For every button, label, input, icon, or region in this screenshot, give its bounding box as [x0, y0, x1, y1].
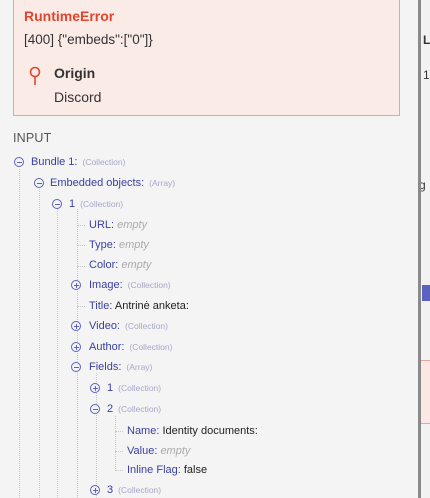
tree-node-image: Image: (Collection) — [89, 277, 171, 293]
node-key: Bundle 1: — [31, 156, 78, 168]
location-pin-icon — [29, 66, 41, 85]
expand-toggle-video[interactable] — [71, 321, 81, 331]
node-key: 2 — [107, 403, 114, 415]
expand-toggle-image[interactable] — [71, 280, 81, 290]
node-value: empty — [160, 445, 191, 457]
node-key: Name: — [127, 425, 160, 437]
node-value: false — [183, 464, 208, 476]
tree-guide-line — [115, 416, 116, 471]
tree-node-field-1: 1 (Collection) — [107, 380, 161, 396]
collapse-toggle-bundle[interactable] — [14, 157, 24, 167]
origin-label: Origin — [54, 65, 96, 81]
tree-guide-line — [39, 189, 40, 498]
tree-guide-line — [77, 225, 85, 226]
tree-node-color: Color: empty — [89, 257, 151, 273]
node-type: (Array) — [126, 362, 153, 372]
adjacent-panel-text: L — [423, 33, 430, 47]
tree-guide-line — [115, 451, 123, 452]
node-key: Image: — [89, 279, 123, 291]
expand-toggle-author[interactable] — [71, 342, 81, 352]
tree-node-video: Video: (Collection) — [89, 318, 168, 334]
expand-toggle-field-1[interactable] — [90, 383, 100, 393]
tree-guide-line — [77, 306, 85, 307]
node-key: Color: — [89, 259, 119, 271]
node-key: 1 — [69, 198, 76, 210]
node-key: Title: — [89, 300, 113, 312]
adjacent-panel-text: 1 — [423, 68, 430, 82]
error-card: RuntimeError [400] {"embeds":["0"]} Orig… — [13, 0, 400, 116]
tree-node-value: Value: empty — [127, 443, 190, 459]
node-type: (Collection) — [80, 199, 124, 209]
tree-node-title: Title: Antrinė anketa: — [89, 298, 189, 314]
tree-node-author: Author: (Collection) — [89, 339, 172, 355]
tree-node-bundle: Bundle 1: (Collection) — [31, 154, 125, 170]
collapse-toggle-field-2[interactable] — [90, 404, 100, 414]
node-key: Embedded objects: — [50, 177, 145, 189]
error-message: [400] {"embeds":["0"]} — [24, 32, 153, 47]
tree-node-type: Type: empty — [89, 237, 149, 253]
input-section-label: INPUT — [13, 131, 52, 145]
collapse-toggle-embedded[interactable] — [34, 178, 44, 188]
tree-node-embedded-objects: Embedded objects: (Array) — [50, 175, 175, 191]
node-value: empty — [121, 259, 152, 271]
expand-toggle-field-3[interactable] — [90, 485, 100, 495]
tree-guide-line — [57, 209, 58, 498]
tree-node-url: URL: empty — [89, 217, 147, 233]
tree-guide-line — [115, 470, 123, 471]
node-type: (Collection) — [118, 404, 162, 414]
node-value: empty — [117, 219, 148, 231]
tree-node-fields: Fields: (Array) — [89, 359, 152, 375]
node-key: URL: — [89, 219, 115, 231]
node-key: Inline Flag: — [127, 464, 181, 476]
collapse-toggle-fields[interactable] — [71, 362, 81, 372]
node-type: (Collection) — [125, 321, 168, 331]
error-title: RuntimeError — [24, 8, 115, 24]
tree-node-inline-flag: Inline Flag: false — [127, 462, 207, 478]
adjacent-panel-error — [421, 360, 430, 424]
node-value: empty — [118, 239, 149, 251]
node-key: Fields: — [89, 361, 122, 373]
tree-node-field-2: 2 (Collection) — [107, 401, 161, 417]
node-key: Value: — [127, 445, 158, 457]
node-key: Video: — [89, 320, 120, 332]
adjacent-panel: L 1 g — [421, 0, 430, 498]
node-value: Identity documents: — [162, 425, 258, 437]
node-type: (Collection) — [118, 383, 162, 393]
tree-node-field-3: 3 (Collection) — [107, 482, 161, 498]
tree-guide-line — [77, 266, 85, 267]
tree-guide-line — [77, 245, 85, 246]
collapse-toggle-item-1[interactable] — [52, 199, 62, 209]
node-key: Author: — [89, 341, 125, 353]
origin-value: Discord — [54, 89, 102, 105]
tree-guide-line — [115, 431, 123, 432]
node-type: (Array) — [149, 178, 176, 188]
node-key: 1 — [107, 382, 114, 394]
adjacent-panel-text: g — [421, 178, 426, 192]
node-type: (Collection) — [118, 485, 162, 495]
tree-guide-line — [19, 169, 20, 498]
node-type: (Collection) — [82, 157, 126, 167]
tree-guide-line — [77, 209, 78, 498]
node-key: 3 — [107, 484, 114, 496]
node-type: (Collection) — [129, 342, 173, 352]
node-value: Antrinė anketa: — [114, 300, 189, 312]
node-type: (Collection) — [127, 280, 171, 290]
tree-node-item-1: 1 (Collection) — [69, 196, 123, 212]
output-panel: RuntimeError [400] {"embeds":["0"]} Orig… — [0, 0, 418, 498]
node-key: Type: — [89, 239, 116, 251]
adjacent-panel-badge — [422, 285, 430, 301]
tree-node-name: Name: Identity documents: — [127, 423, 258, 439]
